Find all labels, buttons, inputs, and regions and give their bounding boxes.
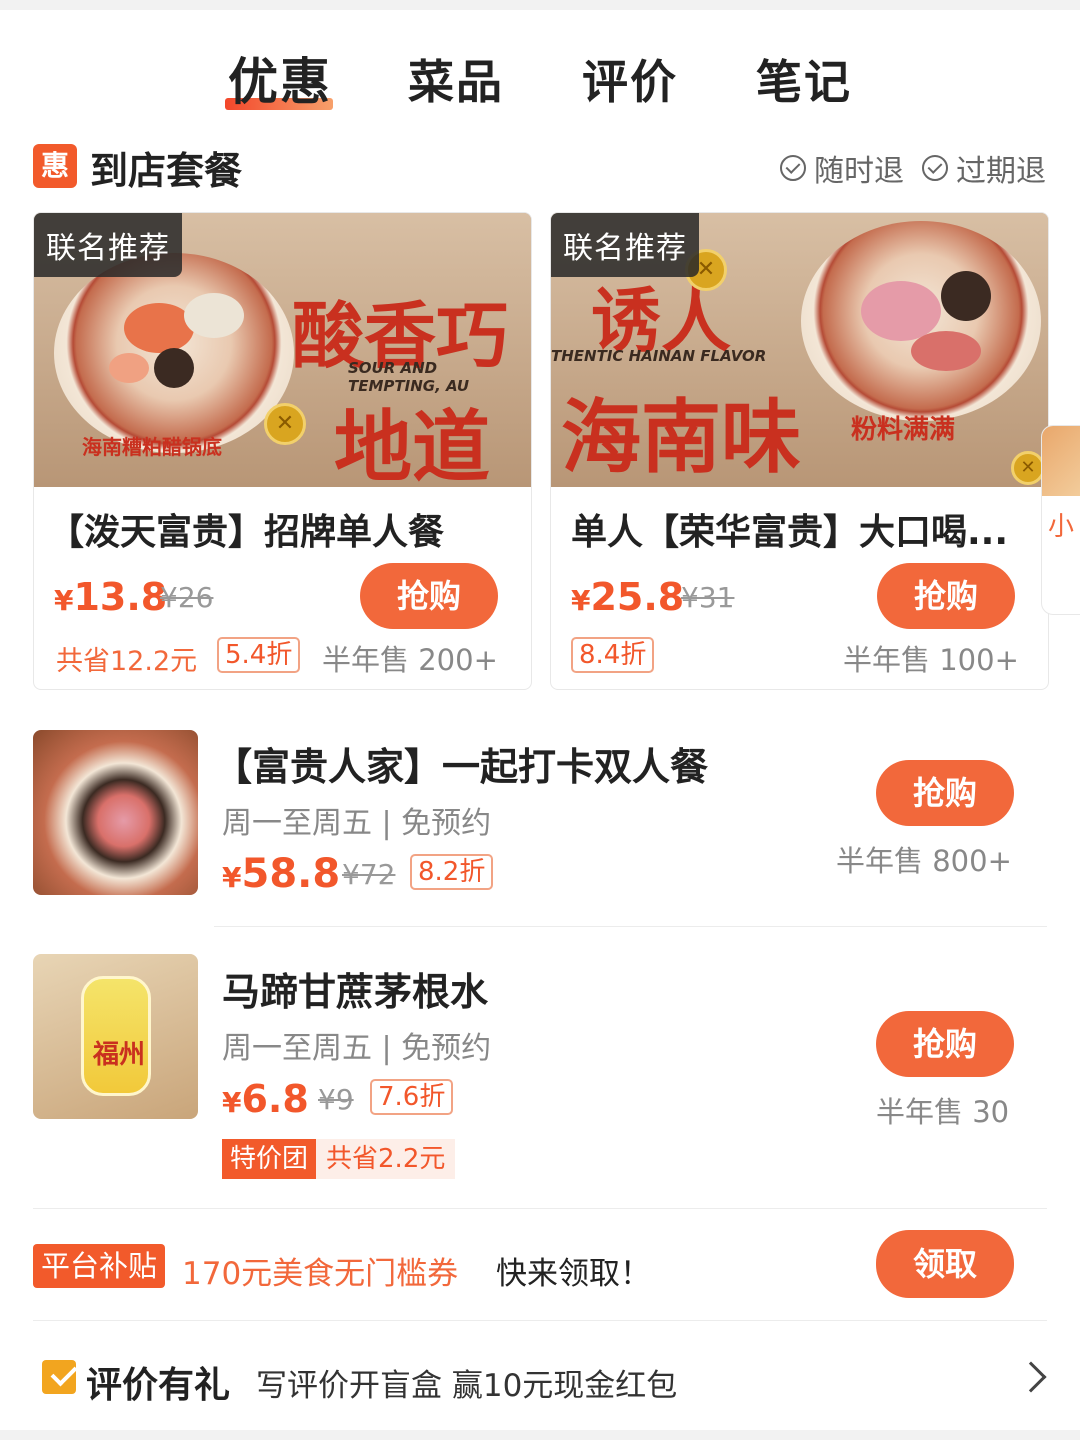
- deal-name: 单人【荣华富贵】大口喝...: [571, 512, 1009, 553]
- review-reward-text: 写评价开盲盒 赢10元现金红包: [256, 1368, 678, 1404]
- poster-headline: 海南味: [561, 390, 801, 484]
- deal-card[interactable]: 酸香巧 SOUR AND TEMPTING, AU 地道 海南糟粕醋锅底 ✕ 联…: [33, 212, 532, 690]
- buy-button[interactable]: 抢购: [876, 1011, 1014, 1077]
- discount-badge: 5.4折: [217, 637, 301, 673]
- review-reward-banner[interactable]: 评价有礼 写评价开盲盒 赢10元现金红包: [0, 1320, 1080, 1430]
- poster-caption: 海南糟粕醋锅底: [82, 435, 222, 459]
- special-group-tag: 特价团: [222, 1139, 317, 1179]
- bottle-label: 福州: [93, 1040, 146, 1070]
- top-strip: [0, 0, 1080, 10]
- guarantee-label: 随时退: [814, 154, 904, 189]
- review-pen-icon: [42, 1360, 76, 1394]
- claim-coupon-button[interactable]: 领取: [876, 1230, 1014, 1298]
- original-price: ¥9: [318, 1083, 354, 1116]
- discount-badge: 8.4折: [571, 637, 655, 673]
- deal-badge-icon: 惠: [33, 144, 77, 188]
- poster-headline: 地道: [334, 402, 491, 487]
- poster-caption: 粉料满满: [851, 415, 956, 445]
- coupon-cta-text: 快来领取！: [496, 1256, 651, 1292]
- divider: [33, 1208, 1047, 1209]
- tab-dishes[interactable]: 菜品: [408, 46, 504, 112]
- buy-button[interactable]: 抢购: [360, 563, 498, 629]
- check-circle-icon: [780, 155, 806, 181]
- sold-count: 半年售 100+: [843, 643, 1019, 677]
- sold-count: 半年售 30: [876, 1095, 1010, 1129]
- hotpot-bowl-image: [54, 253, 294, 453]
- deal-name: 马蹄甘蔗茅根水: [222, 970, 489, 1014]
- subsidy-tag: 平台补贴: [33, 1244, 166, 1288]
- poster-english: THENTIC HAINAN FLAVOR: [551, 347, 767, 365]
- special-group-badge: 特价团 共省2.2元: [222, 1139, 456, 1179]
- deal-card-image: [1042, 426, 1080, 496]
- review-reward-title: 评价有礼: [86, 1365, 231, 1406]
- divider: [33, 1320, 1047, 1321]
- special-group-savings: 共省2.2元: [316, 1139, 456, 1179]
- deal-price: ¥25.8: [571, 575, 685, 619]
- tab-reviews[interactable]: 评价: [582, 46, 678, 112]
- deal-name: 【富贵人家】一起打卡双人餐: [214, 745, 709, 789]
- sold-count: 半年售 800+: [836, 844, 1012, 878]
- guarantee-refund-anytime: 随时退: [780, 146, 904, 190]
- deal-card-image: 酸香巧 SOUR AND TEMPTING, AU 地道 海南糟粕醋锅底 ✕ 联…: [34, 213, 531, 487]
- sold-count: 半年售 200+: [322, 643, 498, 677]
- platform-subsidy-banner: 平台补贴 170元美食无门槛券 快来领取！ 领取: [0, 1208, 1080, 1318]
- deal-card-peek[interactable]: 小: [1041, 425, 1080, 615]
- tab-notes[interactable]: 笔记: [756, 46, 852, 112]
- deal-price: ¥13.8: [54, 575, 168, 619]
- deal-price: ¥6.8: [222, 1077, 309, 1121]
- hotpot-bowl-image: [801, 221, 1041, 421]
- coin-icon: ✕: [264, 403, 306, 445]
- deal-availability: 周一至周五 | 免预约: [222, 806, 492, 841]
- deal-price: ¥58.8: [222, 851, 341, 897]
- deal-card-image: 诱人 THENTIC HAINAN FLAVOR 海南味 粉料满满 ✕ ✕ 联名…: [551, 213, 1048, 487]
- discount-badge: 8.2折: [410, 854, 494, 890]
- deal-thumbnail: [33, 730, 198, 895]
- savings-text: 共省12.2元: [56, 646, 198, 677]
- deal-name: 【泼天富贵】招牌单人餐: [48, 512, 445, 553]
- buy-button[interactable]: 抢购: [876, 760, 1014, 826]
- recommend-tag: 联名推荐: [34, 213, 182, 277]
- tab-offers[interactable]: 优惠: [228, 42, 332, 114]
- guarantee-refund-expired: 过期退: [922, 146, 1046, 190]
- original-price: ¥26: [160, 581, 214, 614]
- coin-icon: ✕: [1011, 451, 1045, 485]
- deal-name: 小: [1048, 512, 1075, 542]
- buy-button[interactable]: 抢购: [877, 563, 1015, 629]
- chevron-right-icon[interactable]: [1015, 1361, 1047, 1393]
- tab-bar: 优惠 菜品 评价 笔记: [0, 10, 1080, 120]
- deal-card[interactable]: 诱人 THENTIC HAINAN FLAVOR 海南味 粉料满满 ✕ ✕ 联名…: [550, 212, 1049, 690]
- list-item[interactable]: 【富贵人家】一起打卡双人餐 周一至周五 | 免预约 ¥58.8 ¥72 8.2折…: [0, 706, 1080, 927]
- deal-availability: 周一至周五 | 免预约: [222, 1031, 492, 1066]
- guarantee-label: 过期退: [956, 154, 1046, 189]
- check-circle-icon: [922, 155, 948, 181]
- original-price: ¥72: [342, 858, 396, 891]
- coupon-text: 170元美食无门槛券: [182, 1256, 459, 1292]
- list-item[interactable]: 福州 马蹄甘蔗茅根水 周一至周五 | 免预约 ¥6.8 ¥9 7.6折 特价团 …: [0, 927, 1080, 1208]
- original-price: ¥31: [681, 581, 735, 614]
- recommend-tag: 联名推荐: [551, 213, 699, 277]
- deal-thumbnail: 福州: [33, 954, 198, 1119]
- section-title: 到店套餐: [90, 149, 243, 193]
- discount-badge: 7.6折: [370, 1079, 454, 1115]
